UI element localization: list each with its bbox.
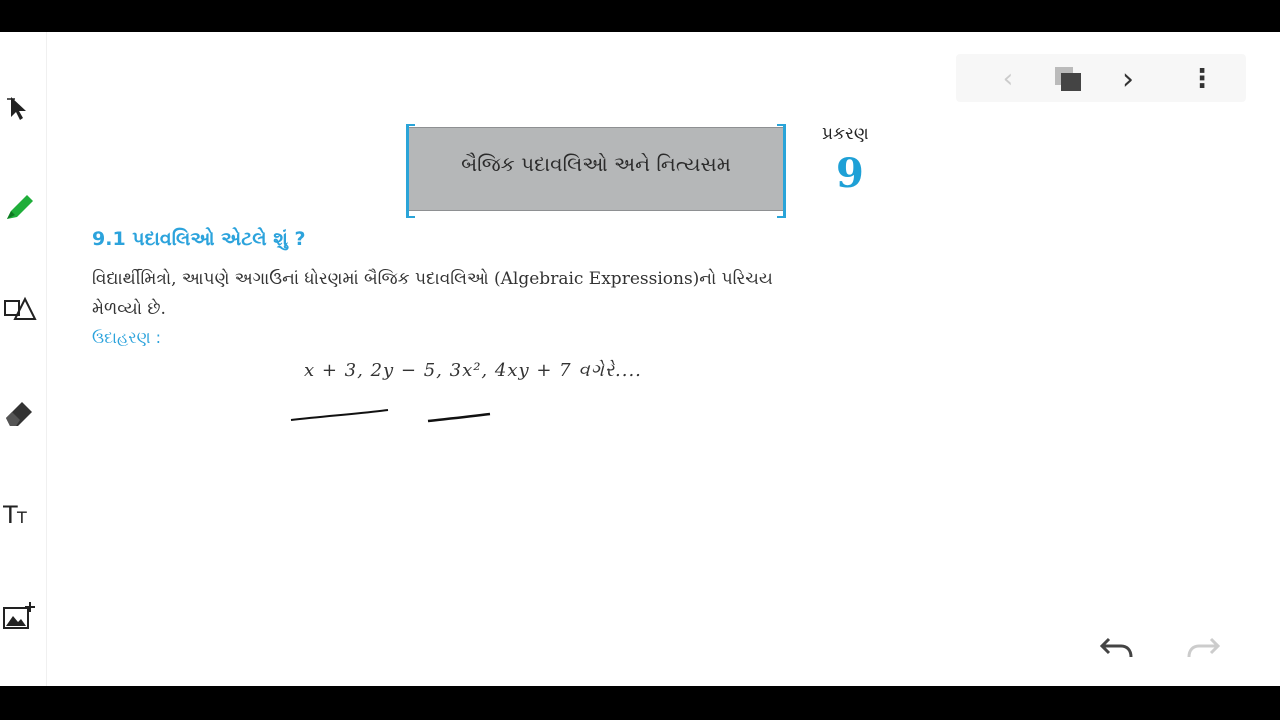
undo-button[interactable] (1096, 630, 1136, 664)
ink-stroke (290, 409, 389, 421)
select-arrow-icon[interactable] (0, 88, 40, 128)
add-image-icon[interactable] (0, 596, 40, 636)
svg-text:T: T (16, 508, 27, 527)
redo-icon (1187, 637, 1221, 658)
ink-stroke (427, 412, 491, 423)
canvas-stage[interactable]: T T ‹ › ⋮ બૈજિક પદાવલિઓ અને નિત્યસમ પ્રક… (0, 32, 1280, 686)
document-page: બૈજિક પદાવલિઓ અને નિત્યસમ પ્રકરણ 9 9.1 પ… (46, 32, 1280, 686)
undo-icon (1099, 637, 1133, 658)
pen-icon[interactable] (0, 188, 40, 228)
svg-text:T: T (3, 501, 18, 529)
redo-button[interactable] (1184, 630, 1224, 664)
shapes-icon[interactable] (0, 288, 40, 328)
ink-annotations (290, 409, 491, 423)
undo-redo-bar (1090, 630, 1230, 664)
drawing-toolbar: T T (0, 32, 47, 686)
text-tool-icon[interactable]: T T (0, 494, 40, 534)
eraser-icon[interactable] (0, 392, 40, 432)
